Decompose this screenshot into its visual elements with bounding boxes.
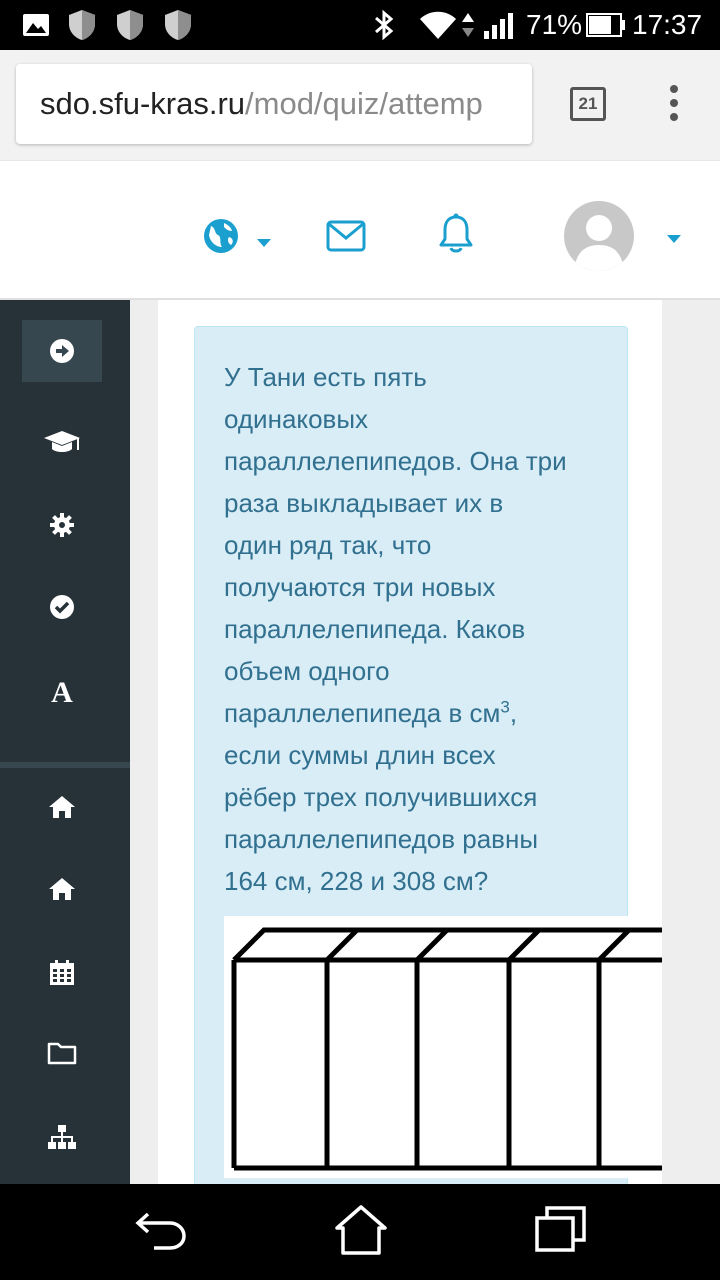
- nav-drawer: A: [0, 300, 130, 1184]
- home-icon[interactable]: [22, 776, 102, 838]
- boxes-drawing: [231, 927, 662, 1171]
- parallelepipeds-figure: [224, 916, 662, 1178]
- font-icon[interactable]: A: [22, 660, 102, 722]
- browser-toolbar: sdo.sfu-kras.ru/mod/quiz/attemp 21: [0, 50, 720, 160]
- bluetooth-icon: [372, 0, 396, 50]
- battery-percent: 71%: [526, 9, 583, 40]
- question-line: раза выкладывает их в: [224, 488, 504, 518]
- clock: 17:37: [632, 9, 703, 40]
- shield-icon: [116, 0, 144, 50]
- wifi-icon: [418, 0, 458, 50]
- avatar[interactable]: [564, 201, 634, 271]
- question-line: один ряд так, что: [224, 530, 432, 560]
- home-icon[interactable]: [22, 858, 102, 920]
- folder-icon[interactable]: [22, 1022, 102, 1084]
- status-bar: 71% 17:37: [0, 0, 720, 50]
- svg-text:A: A: [51, 677, 73, 705]
- check-circle-icon[interactable]: [22, 576, 102, 638]
- calendar-icon[interactable]: [22, 942, 102, 1004]
- question-text: У Тани есть пять одинаковых параллелепип…: [224, 356, 604, 902]
- system-navigation-bar: [0, 1184, 720, 1280]
- question-line-comma: ,: [509, 698, 518, 728]
- back-icon[interactable]: [134, 1204, 188, 1257]
- site-navbar: [0, 160, 720, 300]
- gear-icon[interactable]: [22, 494, 102, 556]
- question-line: У Тани есть пять: [224, 362, 427, 392]
- url-host: sdo.sfu-kras.ru: [40, 86, 246, 121]
- question-line: параллелепипеда в см3,: [224, 692, 604, 734]
- question-line: параллелепипедов равны: [224, 824, 539, 854]
- recent-apps-icon[interactable]: [534, 1204, 588, 1259]
- superscript-3: 3: [500, 697, 510, 717]
- question-line: рёбер трех получившихся: [224, 782, 538, 812]
- question-line: если суммы длин всех: [224, 740, 496, 770]
- question-line: объем одного: [224, 656, 390, 686]
- chevron-down-icon[interactable]: [666, 231, 682, 249]
- graduation-cap-icon[interactable]: [22, 412, 102, 474]
- sitemap-icon[interactable]: [22, 1106, 102, 1168]
- question-line: 164 см, 228 и 308 см?: [224, 866, 489, 896]
- gallery-icon: [22, 0, 50, 50]
- url-path: /mod/quiz/attemp: [245, 86, 483, 121]
- url-bar[interactable]: sdo.sfu-kras.ru/mod/quiz/attemp: [16, 64, 532, 144]
- question-line: одинаковых: [224, 404, 369, 434]
- signal-icon: [482, 0, 514, 50]
- tab-switcher-button[interactable]: 21: [570, 87, 606, 121]
- shield-icon: [68, 0, 96, 50]
- question-line: получаются три новых: [224, 572, 496, 602]
- question-line: параллелепипедов. Она три: [224, 446, 567, 476]
- home-button-icon[interactable]: [334, 1204, 388, 1261]
- envelope-icon[interactable]: [326, 219, 366, 258]
- question-line-text: параллелепипеда в см: [224, 698, 501, 728]
- overflow-menu-icon[interactable]: [664, 85, 684, 125]
- bell-icon[interactable]: [438, 213, 474, 260]
- chevron-down-icon[interactable]: [256, 235, 272, 253]
- shield-icon: [164, 0, 192, 50]
- question-line: параллелепипеда. Каков: [224, 614, 526, 644]
- globe-icon[interactable]: [202, 217, 240, 260]
- battery-icon: [586, 0, 626, 50]
- data-arrows-icon: [460, 0, 476, 50]
- drawer-divider: [0, 762, 130, 768]
- arrow-right-icon[interactable]: [22, 320, 102, 382]
